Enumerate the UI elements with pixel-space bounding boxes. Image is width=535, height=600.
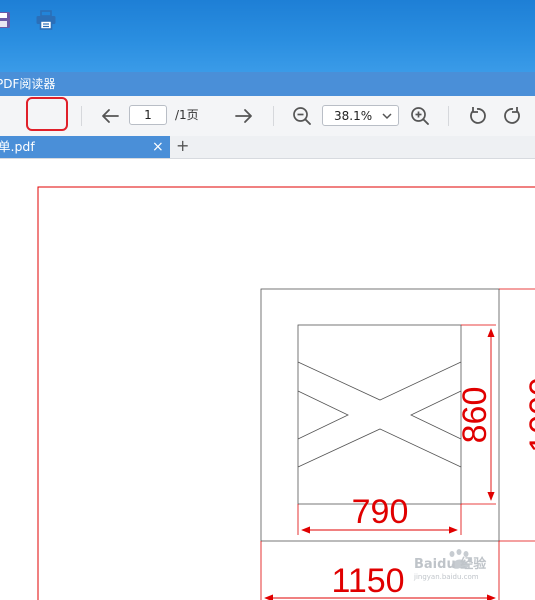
zoom-out-icon xyxy=(293,107,311,125)
inner-frame xyxy=(297,324,462,505)
page-total-label: /1页 xyxy=(175,108,199,122)
print-button[interactable] xyxy=(30,0,62,40)
new-tab-button[interactable]: + xyxy=(176,137,189,155)
page-number-input[interactable] xyxy=(129,105,167,125)
tab-document[interactable]: 单.pdf × xyxy=(0,136,170,158)
print-button-highlight xyxy=(26,97,68,131)
save-button[interactable] xyxy=(0,0,14,40)
app-title: PDF阅读器 xyxy=(0,77,56,91)
rotate-left-button[interactable] xyxy=(465,96,489,136)
pdf-drawing: 860 790 1150 1000 xyxy=(37,186,535,600)
zoom-select[interactable]: 38.1% xyxy=(322,105,399,126)
tab-label: 单.pdf xyxy=(0,139,35,154)
dim-text-790: 790 xyxy=(352,493,409,531)
toolbar-separator xyxy=(81,106,82,126)
baidu-watermark: Baidu 经验 jingyan.baidu.com xyxy=(412,546,522,582)
tab-close-button[interactable]: × xyxy=(152,137,164,157)
next-page-button[interactable] xyxy=(232,96,256,136)
dim-text-860: 860 xyxy=(456,387,494,444)
toolbar-separator xyxy=(273,106,274,126)
title-bar[interactable]: PDF阅读器 xyxy=(0,72,535,96)
save-icon xyxy=(0,12,10,28)
watermark-text: Baidu 经验 xyxy=(414,556,487,572)
arrow-right-icon xyxy=(235,109,252,123)
zoom-in-button[interactable] xyxy=(408,96,432,136)
arrow-left-icon xyxy=(102,109,119,123)
zoom-out-button[interactable] xyxy=(290,96,314,136)
dim-text-1150: 1150 xyxy=(331,562,404,600)
zoom-value: 38.1% xyxy=(334,109,373,123)
print-icon xyxy=(36,10,56,30)
rotate-right-button[interactable] xyxy=(501,96,525,136)
watermark-subtext: jingyan.baidu.com xyxy=(413,573,479,581)
toolbar-separator xyxy=(448,106,449,126)
prev-page-button[interactable] xyxy=(98,96,122,136)
rotate-left-icon xyxy=(470,107,486,124)
dim-text-outer-height: 1000 xyxy=(523,377,535,453)
zoom-in-icon xyxy=(411,107,429,125)
baidu-paw-logo-icon: Baidu 经验 jingyan.baidu.com xyxy=(413,549,487,581)
rotate-right-icon xyxy=(504,107,520,124)
chevron-down-icon xyxy=(382,113,392,120)
desktop-wallpaper xyxy=(0,0,535,72)
